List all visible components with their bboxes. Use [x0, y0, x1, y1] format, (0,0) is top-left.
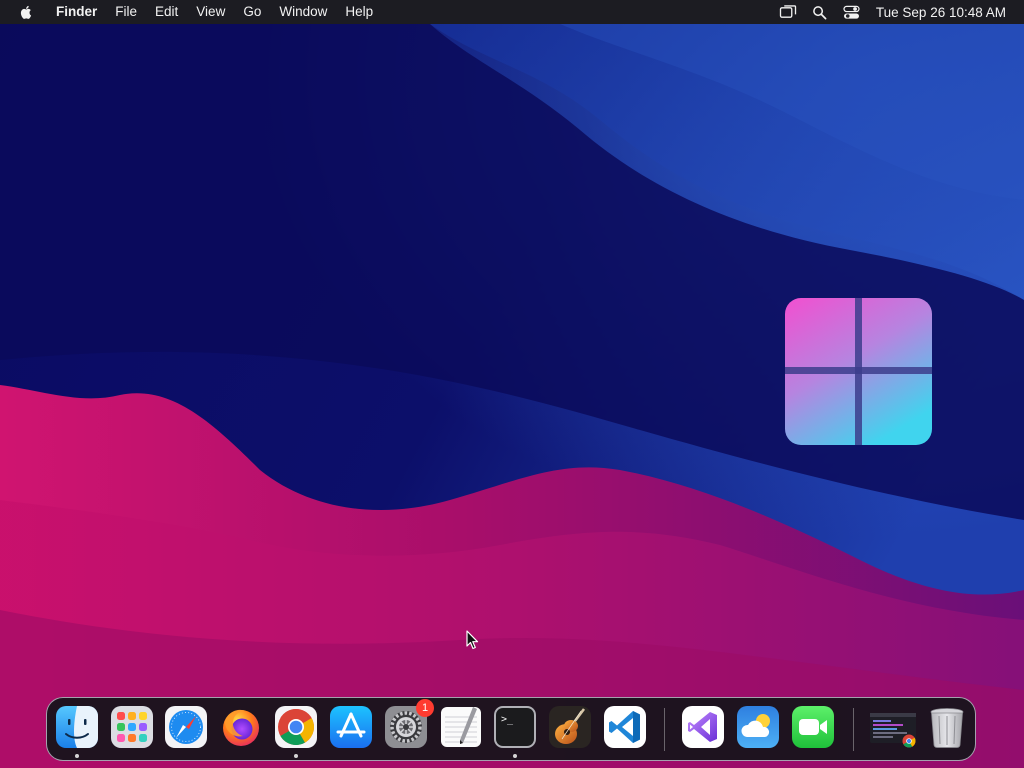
weather-icon: [737, 706, 779, 748]
dock-app-trash[interactable]: [925, 705, 969, 749]
dock-app-terminal[interactable]: >_: [493, 705, 537, 758]
app-store-icon: [330, 706, 372, 748]
firefox-icon: [223, 709, 259, 746]
trash-icon: [930, 708, 964, 748]
windows-logo: [785, 298, 932, 445]
menu-app-name[interactable]: Finder: [48, 0, 106, 24]
dock-app-chrome[interactable]: [274, 705, 318, 758]
safari-icon: [165, 706, 207, 748]
screen-mirroring-icon[interactable]: [779, 4, 797, 20]
dock-app-app-store[interactable]: [329, 705, 373, 749]
svg-text:>_: >_: [501, 714, 514, 725]
dock-app-garageband[interactable]: [548, 705, 592, 749]
dock-app-textedit[interactable]: [439, 705, 483, 749]
spotlight-search-icon[interactable]: [811, 4, 829, 20]
dock-app-weather[interactable]: [736, 705, 780, 749]
menu-bar: Finder File Edit View Go Window Help Tue…: [0, 0, 1024, 24]
running-indicator: [294, 754, 298, 758]
dock: 1 >_: [46, 697, 976, 761]
facetime-icon: [792, 706, 834, 748]
menu-help[interactable]: Help: [336, 0, 382, 24]
dock-divider: [664, 708, 665, 751]
notification-badge: 1: [416, 699, 434, 717]
running-indicator: [513, 754, 517, 758]
menu-bar-clock[interactable]: Tue Sep 26 10:48 AM: [876, 5, 1006, 20]
dock-app-vscode[interactable]: [603, 705, 647, 749]
dock-app-firefox[interactable]: [219, 705, 263, 749]
launchpad-icon: [111, 706, 153, 748]
menu-go[interactable]: Go: [234, 0, 270, 24]
dock-app-visual-studio[interactable]: [681, 705, 725, 749]
running-indicator: [75, 754, 79, 758]
terminal-icon: >_: [494, 706, 536, 748]
control-center-icon[interactable]: [843, 4, 861, 20]
chrome-icon: [275, 706, 317, 748]
apple-menu-icon[interactable]: [19, 4, 35, 20]
dock-app-launchpad[interactable]: [110, 705, 154, 749]
mouse-pointer-icon: [466, 630, 479, 650]
menu-view[interactable]: View: [187, 0, 234, 24]
chrome-window-thumbnail-icon: [870, 713, 916, 748]
menu-bar-status-area: Tue Sep 26 10:48 AM: [772, 0, 1024, 24]
dock-app-system-settings[interactable]: 1: [384, 699, 434, 749]
dock-app-safari[interactable]: [164, 705, 208, 749]
vscode-icon: [604, 706, 646, 748]
dock-minimized-chrome-window[interactable]: [869, 705, 919, 749]
dock-divider: [853, 708, 854, 751]
textedit-icon: [441, 707, 481, 747]
visual-studio-icon: [682, 706, 724, 748]
menu-edit[interactable]: Edit: [146, 0, 187, 24]
dock-app-finder[interactable]: [55, 705, 99, 758]
finder-icon: [56, 706, 98, 748]
menu-file[interactable]: File: [106, 0, 146, 24]
menu-window[interactable]: Window: [270, 0, 336, 24]
dock-app-facetime[interactable]: [791, 705, 835, 749]
garageband-icon: [549, 706, 591, 748]
